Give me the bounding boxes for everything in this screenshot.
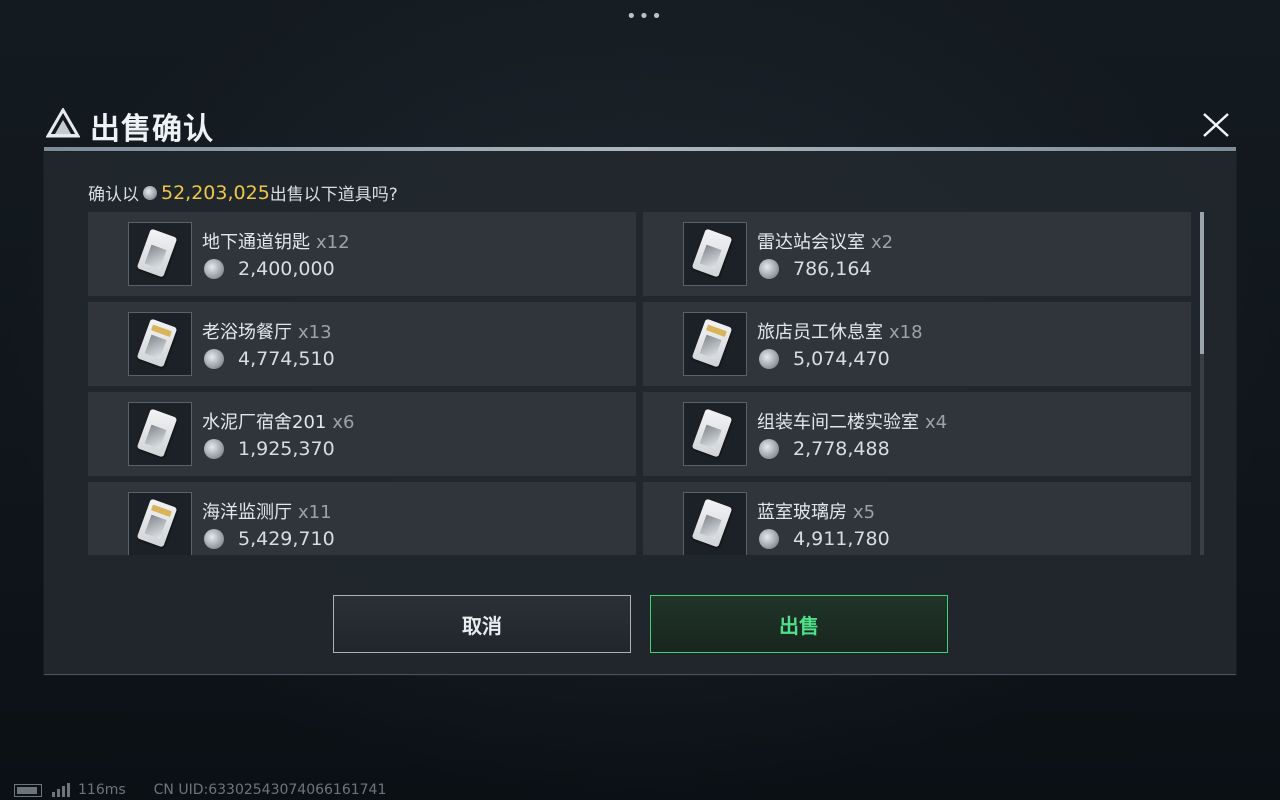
item-price: 5,429,710	[238, 528, 335, 550]
list-item[interactable]: 海洋监测厅 x11 5,429,710	[88, 482, 636, 555]
coin-icon	[143, 185, 157, 200]
coin-icon	[204, 259, 224, 279]
item-price: 786,164	[793, 258, 872, 280]
item-price: 2,778,488	[793, 438, 890, 460]
item-name: 水泥厂宿舍201	[202, 412, 327, 433]
battery-icon	[14, 783, 42, 797]
status-bar: 116ms CN UID:6330254307406616174​1	[14, 782, 386, 798]
list-item[interactable]: 水泥厂宿舍201 x6 1,925,370	[88, 392, 636, 476]
item-qty: x18	[889, 322, 923, 343]
item-price: 2,400,000	[238, 258, 335, 280]
list-item[interactable]: 旅店员工休息室 x18 5,074,470	[643, 302, 1191, 386]
dialog-title: 出售确认	[90, 112, 214, 147]
ping-text: 116ms	[78, 782, 126, 798]
item-qty: x4	[925, 412, 948, 433]
key-card-icon	[683, 402, 747, 466]
item-name: 蓝室玻璃房	[757, 502, 847, 523]
item-name: 地下通道钥匙	[202, 232, 310, 253]
uid-text: CN UID:6330254307406616174​1	[153, 782, 387, 798]
coin-icon	[759, 259, 779, 279]
coin-icon	[759, 349, 779, 369]
total-amount: 52,203,025	[161, 181, 270, 204]
scrollbar[interactable]	[1200, 212, 1204, 555]
key-card-icon	[128, 492, 192, 555]
list-item[interactable]: 地下通道钥匙 x12 2,400,000	[88, 212, 636, 296]
coin-icon	[204, 529, 224, 549]
list-item[interactable]: 雷达站会议室 x2 786,164	[643, 212, 1191, 296]
list-item[interactable]: 蓝室玻璃房 x5 4,911,780	[643, 482, 1191, 555]
item-grid[interactable]: 地下通道钥匙 x12 2,400,000 雷达站会议室 x2 786,164 老浴场…	[88, 212, 1193, 555]
key-card-icon	[683, 222, 747, 286]
confirm-message: 确认以 52,203,025 出售以下道具吗?	[88, 180, 398, 206]
key-card-icon	[128, 402, 192, 466]
item-qty: x11	[298, 502, 332, 523]
item-price: 5,074,470	[793, 348, 890, 370]
item-qty: x5	[853, 502, 876, 523]
key-card-icon	[683, 312, 747, 376]
signal-icon	[52, 783, 70, 797]
item-qty: x6	[332, 412, 355, 433]
item-price: 1,925,370	[238, 438, 335, 460]
item-price: 4,911,780	[793, 528, 890, 550]
key-card-icon	[683, 492, 747, 555]
item-name: 老浴场餐厅	[202, 322, 292, 343]
key-card-icon	[128, 312, 192, 376]
item-name: 海洋监测厅	[202, 502, 292, 523]
more-dots-icon[interactable]: •••	[626, 6, 664, 27]
cancel-button[interactable]: 取消	[333, 595, 631, 653]
item-price: 4,774,510	[238, 348, 335, 370]
item-name: 组装车间二楼实验室	[757, 412, 919, 433]
close-icon[interactable]	[1198, 106, 1234, 142]
scrollbar-thumb[interactable]	[1200, 212, 1204, 354]
item-qty: x13	[298, 322, 332, 343]
item-qty: x2	[871, 232, 894, 253]
item-name: 旅店员工休息室	[757, 322, 883, 343]
item-name: 雷达站会议室	[757, 232, 865, 253]
coin-icon	[759, 439, 779, 459]
confirm-prefix: 确认以	[88, 185, 139, 205]
coin-icon	[204, 439, 224, 459]
coin-icon	[759, 529, 779, 549]
title-divider	[44, 147, 1236, 151]
list-item[interactable]: 老浴场餐厅 x13 4,774,510	[88, 302, 636, 386]
key-card-icon	[128, 222, 192, 286]
item-qty: x12	[316, 232, 350, 253]
game-logo-icon	[46, 108, 80, 138]
sell-button[interactable]: 出售	[650, 595, 948, 653]
confirm-suffix: 出售以下道具吗?	[269, 185, 398, 205]
coin-icon	[204, 349, 224, 369]
list-item[interactable]: 组装车间二楼实验室 x4 2,778,488	[643, 392, 1191, 476]
